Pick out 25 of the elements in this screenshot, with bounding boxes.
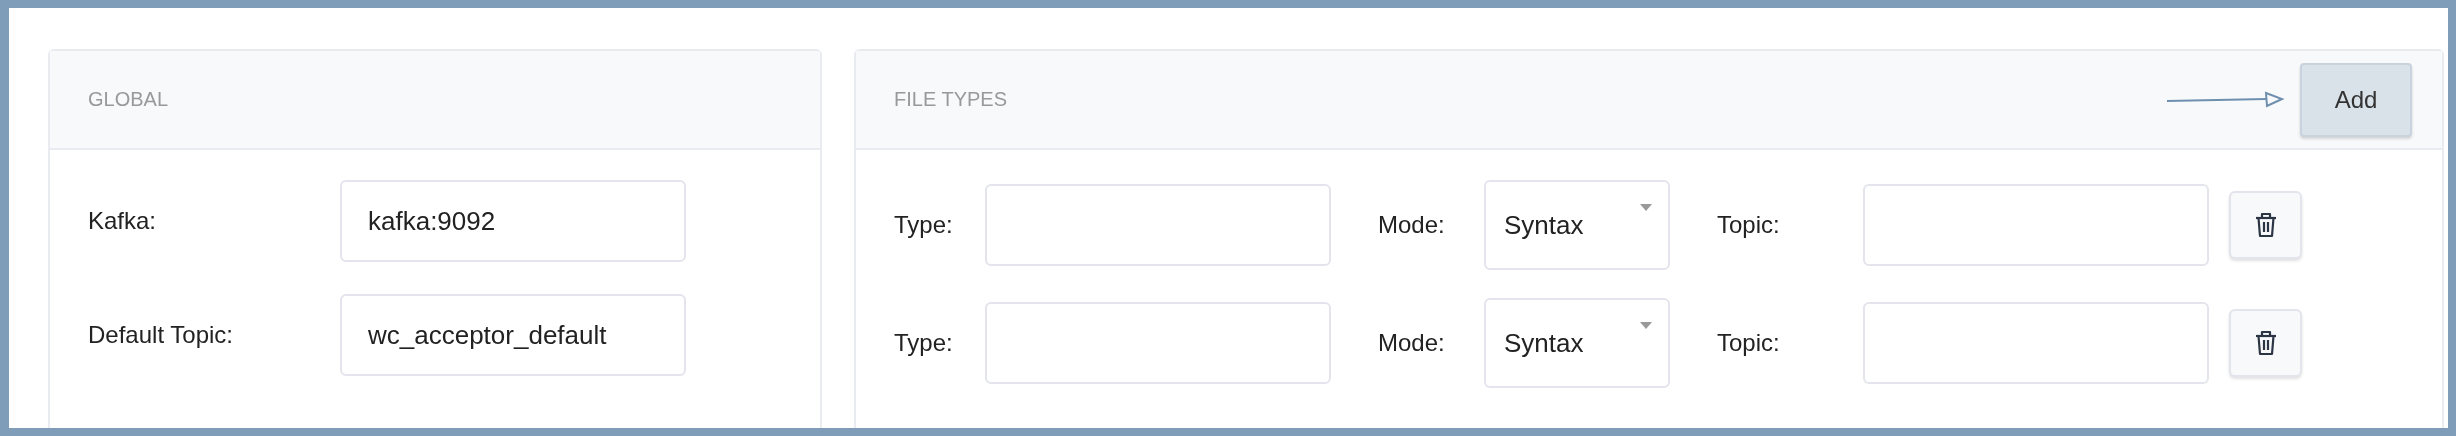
field-label: Default Topic: xyxy=(88,321,234,349)
caret-icon xyxy=(1640,322,1652,329)
topic-field[interactable] xyxy=(1863,184,2209,266)
field-label: Type: xyxy=(894,329,954,357)
field-label: Mode: xyxy=(1378,211,1446,239)
add-button[interactable]: Add xyxy=(2300,62,2412,137)
field-label: Kafka: xyxy=(88,207,158,235)
card-title: FILE TYPES xyxy=(894,88,1007,111)
mode-select[interactable]: Syntax xyxy=(1484,180,1670,270)
topic-field[interactable] xyxy=(1863,302,2209,384)
text-field[interactable]: wc_acceptor_default xyxy=(340,294,686,376)
delete-button[interactable] xyxy=(2229,309,2302,377)
card-title: GLOBAL xyxy=(88,88,169,111)
mode-select[interactable]: Syntax xyxy=(1484,298,1670,388)
field-label: Type: xyxy=(894,211,954,239)
type-field[interactable] xyxy=(985,184,1331,266)
field-label: Topic: xyxy=(1717,329,1781,357)
type-field[interactable] xyxy=(985,302,1331,384)
caret-icon xyxy=(1640,204,1652,211)
trash-icon xyxy=(2254,330,2277,356)
text-field[interactable]: kafka:9092 xyxy=(340,180,686,262)
field-label: Mode: xyxy=(1378,329,1446,357)
delete-button[interactable] xyxy=(2229,191,2302,259)
trash-icon xyxy=(2254,212,2277,238)
field-label: Topic: xyxy=(1717,211,1781,239)
